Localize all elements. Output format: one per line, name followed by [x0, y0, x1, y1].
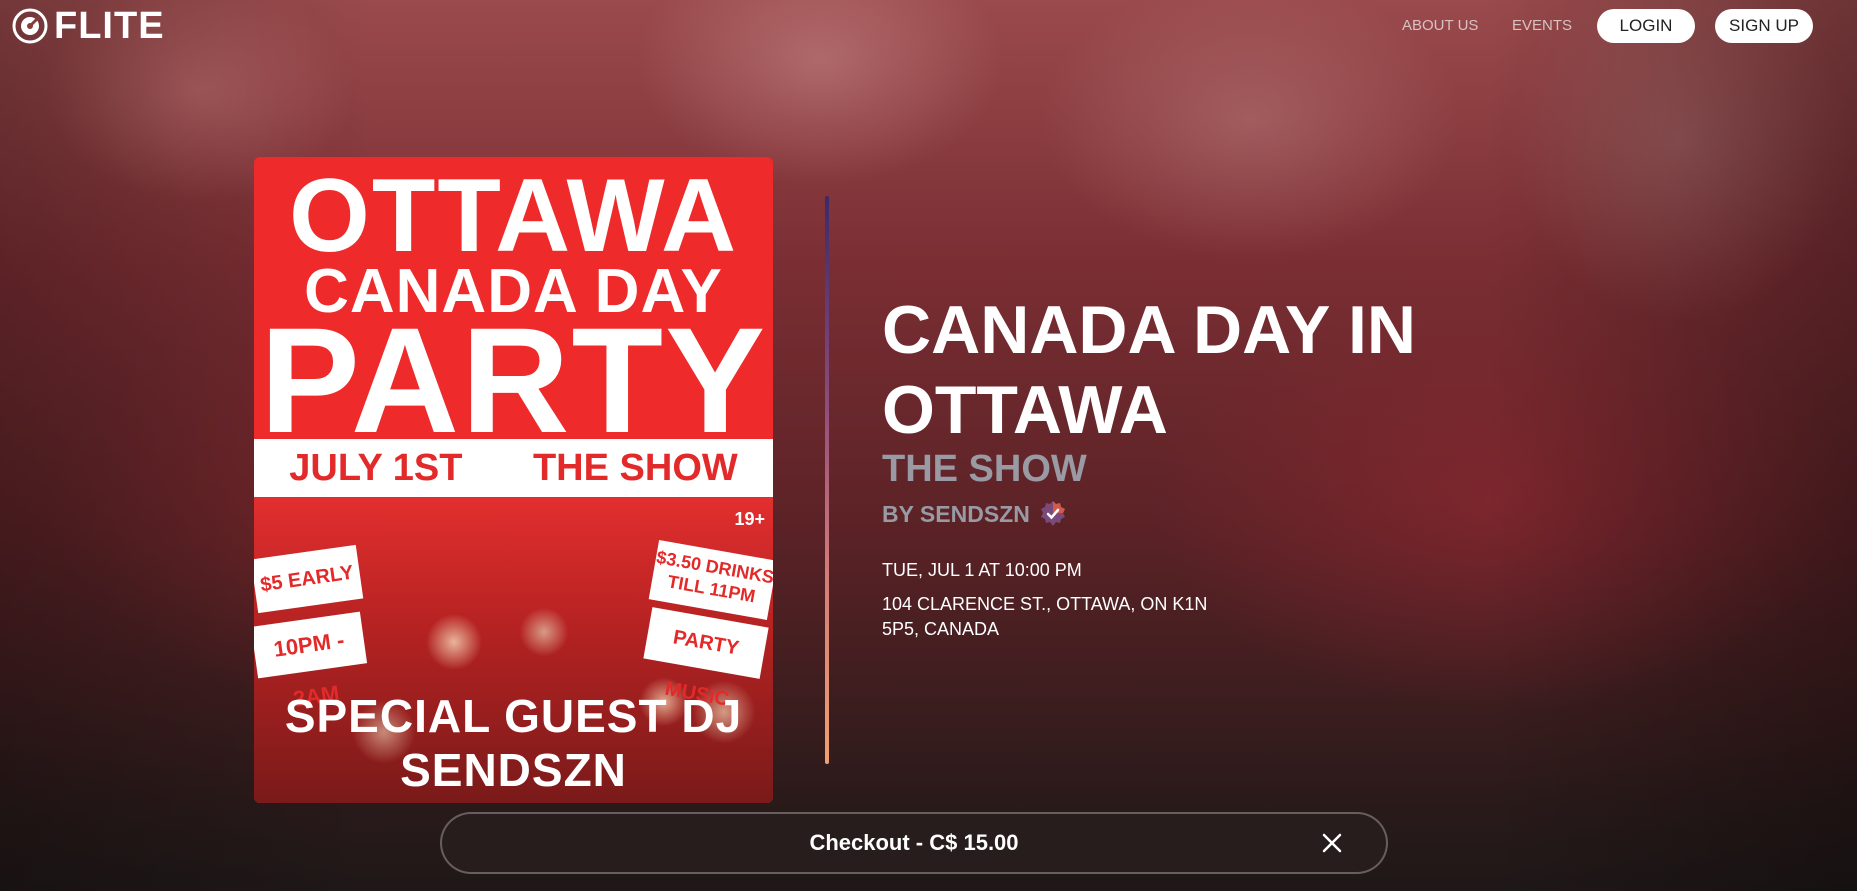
verified-badge-icon: [1040, 501, 1065, 526]
signup-button[interactable]: SIGN UP: [1715, 9, 1813, 43]
nav-events[interactable]: EVENTS: [1512, 17, 1572, 34]
brand-logo[interactable]: FLITE: [12, 5, 165, 47]
poster-line-ottawa: OTTAWA: [288, 158, 739, 274]
event-organizer[interactable]: BY SENDSZN: [882, 499, 1068, 529]
checkout-label[interactable]: Checkout - C$ 15.00: [809, 830, 1018, 856]
event-datetime: TUE, JUL 1 AT 10:00 PM: [882, 560, 1082, 580]
poster-date-band: JULY 1ST THE SHOW: [254, 439, 773, 497]
vinyl-record-icon: [12, 8, 48, 44]
close-icon[interactable]: [1318, 829, 1346, 857]
event-title-text: CANADA DAY IN OTTAWA: [882, 292, 1417, 448]
checkout-bar[interactable]: Checkout - C$ 15.00: [440, 812, 1388, 874]
poster-line-party: PARTY: [259, 296, 768, 464]
organizer-name: BY SENDSZN: [882, 500, 1030, 527]
poster-age-limit: 19+: [734, 509, 765, 529]
poster-date: JULY 1ST: [289, 446, 463, 489]
brand-name: FLITE: [54, 5, 165, 47]
gradient-divider: [825, 196, 829, 764]
poster-venue: THE SHOW: [532, 446, 738, 489]
nav-about-us[interactable]: ABOUT US: [1402, 17, 1478, 34]
event-poster: OTTAWA CANADA DAY PARTY JULY 1ST THE SHO…: [254, 157, 773, 803]
poster-special-guest: SPECIAL GUEST DJ SENDSZN: [284, 690, 743, 796]
event-venue[interactable]: THE SHOW: [882, 448, 1087, 491]
event-title: CANADA DAY IN OTTAWA: [882, 290, 1442, 450]
login-button[interactable]: LOGIN: [1597, 9, 1695, 43]
event-address[interactable]: 104 CLARENCE ST., OTTAWA, ON K1N 5P5, CA…: [882, 592, 1222, 642]
